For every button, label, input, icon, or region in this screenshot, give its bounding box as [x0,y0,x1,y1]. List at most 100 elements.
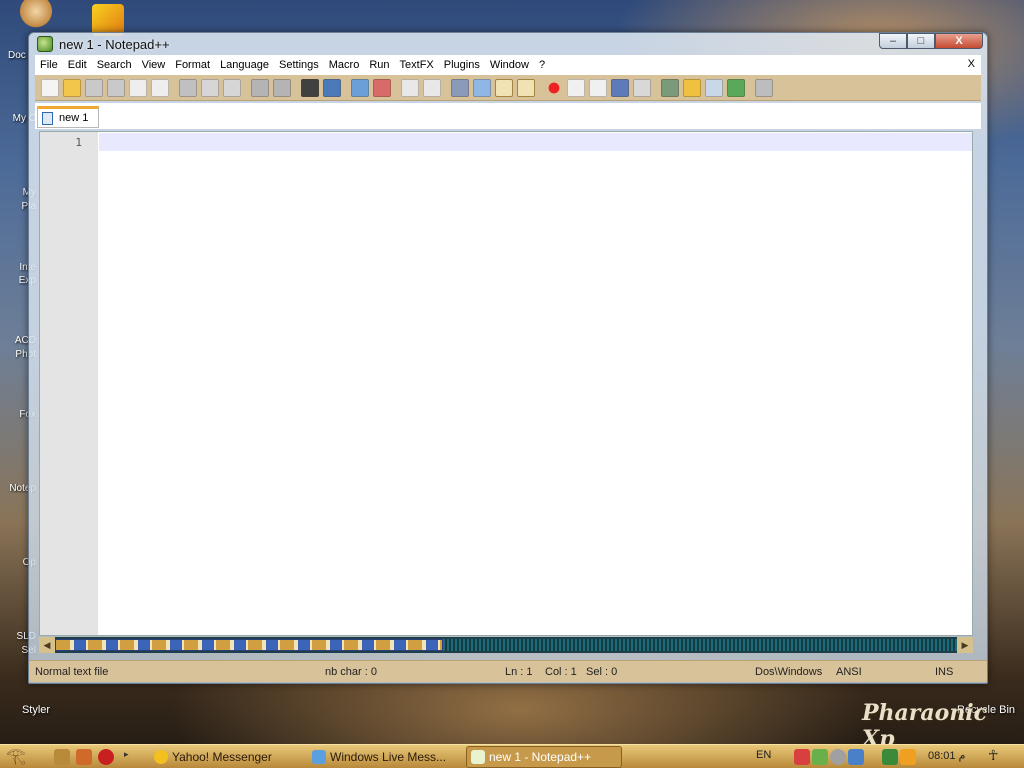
scroll-thumb[interactable] [55,639,443,651]
save-icon[interactable] [85,78,103,97]
play-macro-icon[interactable] [589,78,607,97]
current-line-highlight [99,133,972,151]
line-number: 1 [75,136,82,149]
language-indicator[interactable]: EN [756,749,771,761]
task-label: Windows Live Mess... [330,750,447,764]
copy-icon[interactable] [201,78,219,97]
menu-window[interactable]: Window [485,59,534,71]
zoom-out-icon[interactable] [373,78,391,97]
status-bar: Normal text file nb char : 0 Ln : 1 Col … [29,660,987,682]
indent-guide-icon[interactable] [495,78,513,97]
status-insert-mode: INS [935,666,954,678]
menu-search[interactable]: Search [92,59,137,71]
close-document-button[interactable]: X [968,58,975,70]
menu-language[interactable]: Language [215,59,274,71]
menu-plugins[interactable]: Plugins [439,59,485,71]
scroll-track[interactable] [55,639,957,651]
quicklaunch-opera-icon[interactable] [98,749,114,765]
record-macro-icon[interactable] [545,78,563,97]
status-char-count: nb char : 0 [325,666,377,678]
show-all-chars-icon[interactable] [473,78,491,97]
quicklaunch-firefox-icon[interactable] [76,749,92,765]
undo-icon[interactable] [251,78,269,97]
menu-help[interactable]: ? [534,59,550,71]
quicklaunch-camel-icon[interactable] [54,749,70,765]
open-folder-icon[interactable] [661,78,679,97]
desktop-icon-styler[interactable]: Styler [0,704,72,716]
run-macro-multiple-icon[interactable] [611,78,629,97]
document-tab-bar: new 1 [35,103,981,129]
open-file-icon[interactable] [63,78,81,97]
scroll-right-icon[interactable]: ▶ [957,637,973,653]
ankh-icon[interactable]: ☥ [988,747,998,764]
paste-icon[interactable] [223,78,241,97]
user-lang-icon[interactable] [517,78,535,97]
spell-check-icon[interactable] [727,78,745,97]
quicklaunch-expand-icon[interactable]: ▸ [124,749,132,765]
horizontal-scrollbar[interactable]: ◀ ▶ [39,637,973,653]
close-all-icon[interactable] [151,78,169,97]
print-icon[interactable] [755,78,773,97]
stop-macro-icon[interactable] [567,78,585,97]
menu-macro[interactable]: Macro [324,59,365,71]
notepad-app-icon [37,36,53,52]
task-notepad[interactable]: new 1 - Notepad++ [466,746,622,768]
tab-new-1[interactable]: new 1 [37,106,99,128]
zoom-in-icon[interactable] [351,78,369,97]
tray-pen-icon[interactable] [794,749,810,765]
close-icon[interactable] [129,78,147,97]
start-button[interactable]: 𓂀 [6,747,42,767]
menu-bar: File Edit Search View Format Language Se… [35,55,981,75]
tray-messenger-icon[interactable] [848,749,864,765]
status-encoding: ANSI [836,666,862,678]
notepad-task-icon [471,750,485,764]
new-file-icon[interactable] [41,78,59,97]
messenger-buddies-icon [312,750,326,764]
title-bar[interactable]: new 1 - Notepad++ – □ X [29,33,987,55]
menu-run[interactable]: Run [364,59,394,71]
word-wrap-icon[interactable] [451,78,469,97]
status-eol-format: Dos\Windows [755,666,823,678]
eye-of-horus-icon: 𓂀 [6,748,26,765]
clock[interactable]: 08:01 ﻡ [928,749,965,762]
console-icon[interactable] [705,78,723,97]
menu-format[interactable]: Format [170,59,215,71]
line-number-gutter: 1 [40,132,98,635]
monk-icon [20,0,52,32]
yahoo-smiley-icon [154,750,168,764]
save-all-icon[interactable] [107,78,125,97]
task-label: Yahoo! Messenger [172,750,272,764]
menu-view[interactable]: View [137,59,171,71]
task-label: new 1 - Notepad++ [489,750,592,764]
maximize-button[interactable]: □ [907,33,935,49]
menu-file[interactable]: File [35,59,63,71]
window-title: new 1 - Notepad++ [59,36,170,52]
menu-edit[interactable]: Edit [63,59,92,71]
sync-horizontal-icon[interactable] [423,78,441,97]
redo-icon[interactable] [273,78,291,97]
window-controls: – □ X [879,33,983,49]
minimize-button[interactable]: – [879,33,907,49]
close-button[interactable]: X [935,33,983,49]
scroll-left-icon[interactable]: ◀ [39,637,55,653]
task-yahoo-messenger[interactable]: Yahoo! Messenger [150,746,302,768]
status-selection: Sel : 0 [586,666,618,678]
sync-vertical-icon[interactable] [401,78,419,97]
tray-volume-icon[interactable] [830,749,846,765]
menu-settings[interactable]: Settings [274,59,324,71]
notepad-window: new 1 - Notepad++ – □ X File Edit Search… [28,32,988,684]
tray-camera-icon[interactable] [882,749,898,765]
document-icon [42,111,53,125]
find-icon[interactable] [301,78,319,97]
folder-icon[interactable] [683,78,701,97]
menu-textfx[interactable]: TextFX [395,59,439,71]
cut-icon[interactable] [179,78,197,97]
tray-network-icon[interactable] [812,749,828,765]
tray-winamp-icon[interactable] [900,749,916,765]
replace-icon[interactable] [323,78,341,97]
task-windows-live-messenger[interactable]: Windows Live Mess... [308,746,460,768]
save-macro-icon[interactable] [633,78,651,97]
tab-label: new 1 [59,112,89,124]
desktop-icon-label: Styler [21,704,51,716]
text-editor[interactable]: 1 [39,131,973,636]
